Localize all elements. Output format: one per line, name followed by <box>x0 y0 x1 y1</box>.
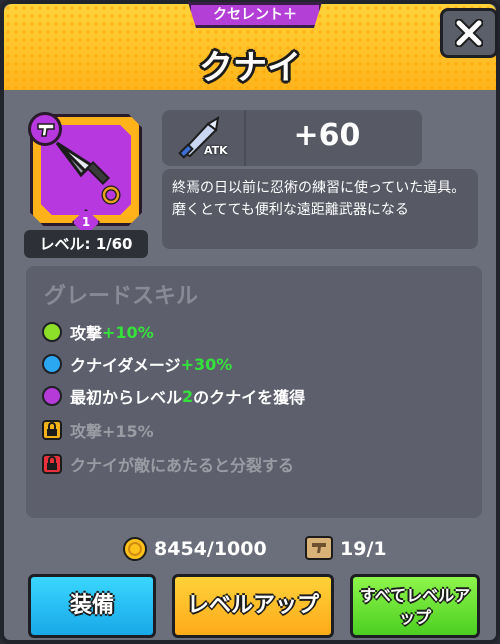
equip-button[interactable]: 装備 <box>28 574 156 638</box>
grade-skill-panel: グレードスキル 攻撃 +10% クナイダメージ +30% 最初からレベル 2 の… <box>26 266 482 518</box>
skill-text-suffix: のクナイを獲得 <box>193 388 306 407</box>
blue-dot-icon <box>42 354 62 374</box>
currency-row: 8454/1000 19/1 <box>4 534 496 564</box>
skill-row-locked: 攻撃+15% <box>42 416 154 444</box>
item-level: レベル: 1/60 <box>24 230 148 258</box>
coin-count: 8454/1000 <box>154 538 267 560</box>
level-up-all-button[interactable]: すべてレベルア ップ <box>350 574 480 638</box>
lock-icon <box>42 454 62 474</box>
lock-icon <box>42 420 62 440</box>
pistol-icon <box>37 123 55 137</box>
skill-text: クナイが敵にあたると分裂する <box>70 456 295 475</box>
skill-text: 攻撃 <box>70 324 103 343</box>
weapon-detail-panel: クナイ クセレント＋ 1 レベル: 1/60 ATK +60 終焉の日以前に忍術… <box>0 0 500 644</box>
skill-bonus: +10% <box>102 322 154 342</box>
rarity-badge: クセレント＋ <box>188 2 322 28</box>
level-up-button[interactable]: レベルアップ <box>172 574 334 638</box>
purple-dot-icon <box>42 386 62 406</box>
skill-row: 攻撃 +10% <box>42 318 154 346</box>
divider <box>244 110 246 166</box>
close-icon <box>455 19 483 47</box>
atk-icon: ATK <box>174 114 234 162</box>
scroll-icon <box>305 536 333 560</box>
skill-row: 最初からレベル 2 のクナイを獲得 <box>42 382 305 410</box>
skill-bonus: +30% <box>180 354 233 374</box>
skill-text: クナイダメージ <box>70 356 181 375</box>
atk-stat-box: ATK +60 <box>162 110 422 166</box>
kunai-icon <box>55 141 121 205</box>
coin-icon <box>123 537 147 561</box>
weapon-type-badge <box>28 112 62 146</box>
scroll-count: 19/1 <box>340 538 387 560</box>
skill-row-locked: クナイが敵にあたると分裂する <box>42 450 294 478</box>
skill-bonus: 2 <box>182 386 194 406</box>
green-dot-icon <box>42 322 62 342</box>
item-description: 終焉の日以前に忍術の練習に使っていた道具。磨くとてても便利な遠距離武器になる <box>162 169 478 249</box>
item-title: クナイ <box>199 48 301 88</box>
skill-panel-title: グレードスキル <box>44 284 199 309</box>
level-up-all-label-2: ップ <box>398 608 431 627</box>
atk-value: +60 <box>293 118 361 153</box>
skill-row: クナイダメージ +30% <box>42 350 232 378</box>
skill-text: 最初からレベル <box>70 388 183 407</box>
atk-label: ATK <box>204 144 228 157</box>
skill-text: 攻撃+15% <box>70 422 154 441</box>
level-up-all-label-1: すべてレベルア <box>359 586 471 605</box>
close-button[interactable] <box>440 8 498 58</box>
